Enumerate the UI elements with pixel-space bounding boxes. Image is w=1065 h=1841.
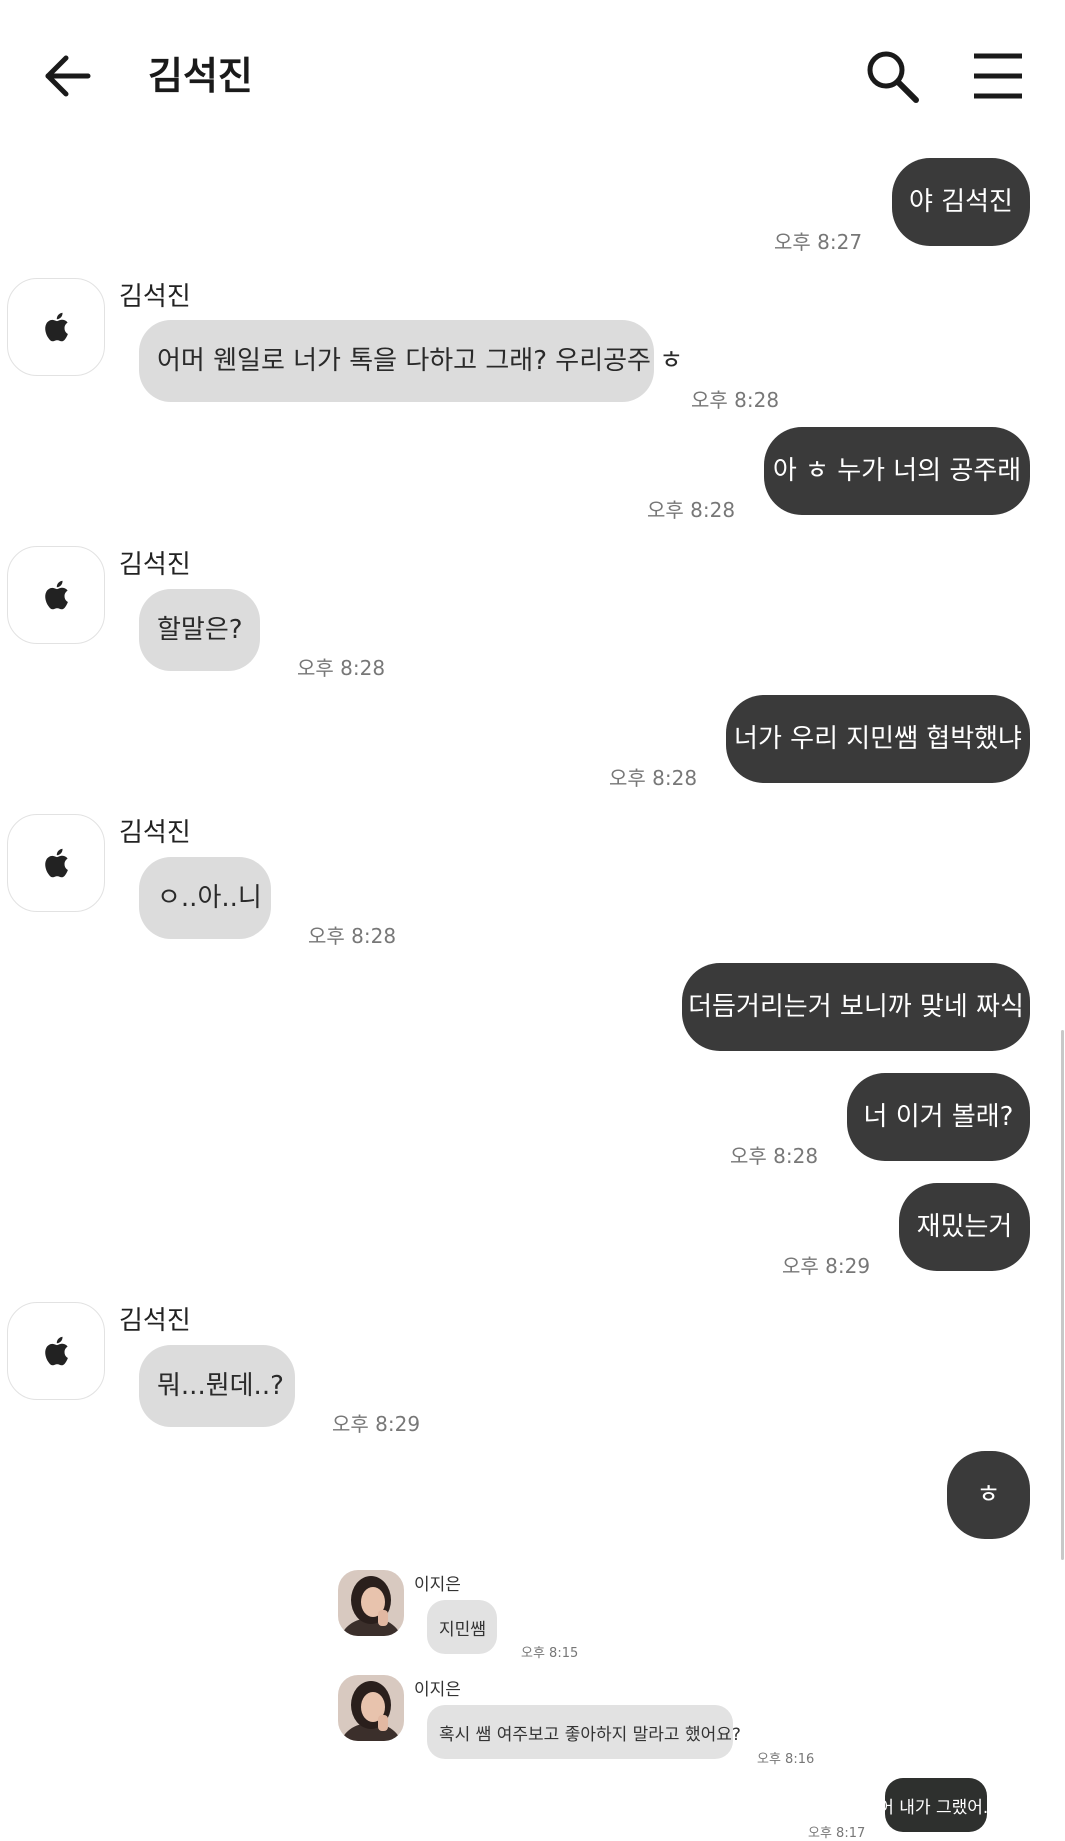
incoming-message[interactable]: 할말은? xyxy=(139,589,260,671)
apple-logo-icon xyxy=(45,312,68,342)
hamburger-menu-icon xyxy=(974,53,1022,99)
contact-avatar[interactable] xyxy=(7,814,105,912)
sender-name: 김석진 xyxy=(119,1306,191,1336)
message-time: 오후 8:28 xyxy=(297,656,386,680)
outgoing-message[interactable]: 너가 우리 지민쌤 협박했냐 xyxy=(726,695,1030,783)
message-time: 오후 8:28 xyxy=(647,498,736,522)
message-time: 오후 8:28 xyxy=(730,1144,819,1168)
message-time: 오후 8:27 xyxy=(774,230,863,254)
apple-logo-icon xyxy=(45,848,68,878)
outgoing-message[interactable]: 재밌는거 xyxy=(899,1183,1030,1271)
sender-name: 김석진 xyxy=(119,282,191,312)
shared-sender-name: 이지은 xyxy=(414,1680,461,1700)
outgoing-message[interactable]: 아 ㅎ 누가 너의 공주래 xyxy=(764,427,1030,515)
sender-name: 김석진 xyxy=(119,818,191,848)
message-time: 오후 8:28 xyxy=(308,924,397,948)
shared-message-time: 오후 8:16 xyxy=(757,1752,815,1767)
outgoing-message[interactable]: 야 김석진 xyxy=(892,158,1030,246)
shared-message-time: 오후 8:17 xyxy=(808,1826,866,1841)
shared-message-time: 오후 8:15 xyxy=(521,1646,579,1661)
profile-photo xyxy=(338,1675,404,1741)
message-time: 오후 8:28 xyxy=(609,766,698,790)
search-icon xyxy=(867,51,919,103)
incoming-message[interactable]: 어머 웬일로 너가 톡을 다하고 그래? 우리공주 ㅎ xyxy=(139,320,683,402)
apple-logo-icon xyxy=(45,1336,68,1366)
search-button[interactable] xyxy=(862,46,922,106)
message-time: 오후 8:29 xyxy=(332,1412,421,1436)
chat-title: 김석진 xyxy=(148,54,253,98)
contact-avatar[interactable] xyxy=(7,1302,105,1400)
shared-incoming-message: 지민쌤 xyxy=(427,1600,497,1654)
shared-outgoing-message: 어 내가 그랬어.. xyxy=(878,1778,994,1832)
shared-incoming-message: 혹시 쌤 여주보고 좋아하지 말라고 했어요? xyxy=(427,1705,741,1759)
incoming-message[interactable]: 뭐...뭔데..? xyxy=(139,1345,295,1427)
message-time: 오후 8:28 xyxy=(691,388,780,412)
outgoing-message[interactable]: 너 이거 볼래? xyxy=(847,1073,1030,1161)
sender-name: 김석진 xyxy=(119,550,191,580)
message-time: 오후 8:29 xyxy=(782,1254,871,1278)
incoming-message[interactable]: ㅇ..아..니 xyxy=(139,857,271,939)
chat-header: 김석진 xyxy=(0,0,1065,140)
arrow-left-icon xyxy=(45,55,91,97)
menu-button[interactable] xyxy=(972,50,1024,102)
contact-avatar[interactable] xyxy=(7,278,105,376)
apple-logo-icon xyxy=(45,580,68,610)
outgoing-message[interactable]: ㅎ xyxy=(947,1451,1030,1539)
outgoing-message[interactable]: 더듬거리는거 보니까 맞네 짜식 xyxy=(682,963,1030,1051)
back-button[interactable] xyxy=(40,48,96,104)
scrollbar[interactable] xyxy=(1061,1030,1064,1560)
profile-photo xyxy=(338,1570,404,1636)
contact-avatar[interactable] xyxy=(7,546,105,644)
shared-screenshot[interactable]: 이지은 지민쌤 오후 8:15 이지은 혹시 쌤 여주보고 좋아하지 말라고 했… xyxy=(330,1560,1065,1841)
shared-sender-name: 이지은 xyxy=(414,1575,461,1595)
